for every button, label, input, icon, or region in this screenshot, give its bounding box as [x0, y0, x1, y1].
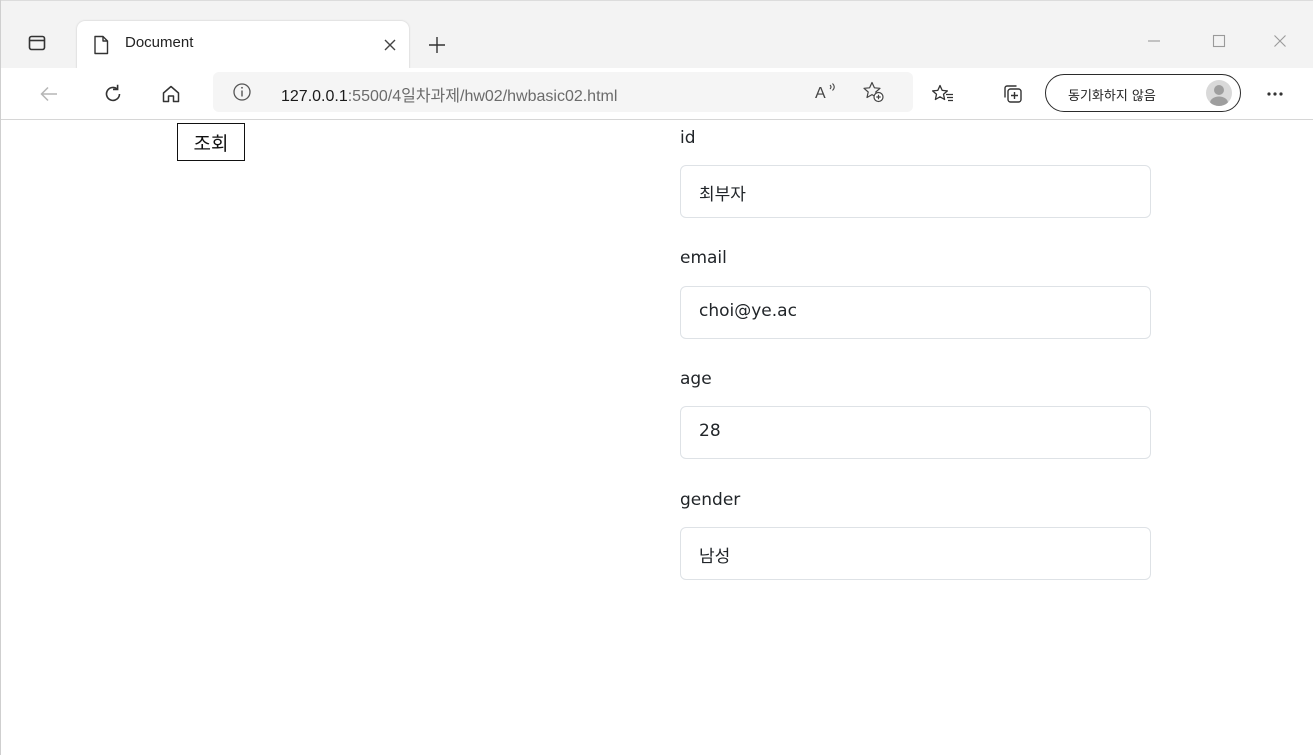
age-value: 28 [699, 421, 721, 441]
email-field[interactable]: choi@ye.ac [680, 286, 1151, 339]
email-value: choi@ye.ac [699, 301, 797, 321]
home-icon [162, 85, 180, 103]
gender-value: 남성 [699, 547, 731, 567]
home-button[interactable] [155, 78, 187, 110]
favorites-icon [931, 84, 953, 102]
id-label: id [680, 128, 696, 148]
url-text[interactable]: 127.0.0.1:5500/4일차과제/hw02/hwbasic02.html [281, 82, 617, 106]
close-icon [384, 39, 396, 51]
gender-field[interactable]: 남성 [680, 527, 1151, 580]
close-icon [1274, 35, 1286, 47]
id-field[interactable]: 최부자 [680, 165, 1151, 218]
maximize-icon [1212, 34, 1226, 48]
minimize-icon [1148, 40, 1160, 42]
profile-sync-label: 동기화하지 않음 [1068, 89, 1156, 104]
back-arrow-icon [40, 86, 57, 102]
minimize-button[interactable] [1142, 29, 1166, 53]
back-button[interactable] [33, 78, 65, 110]
window-close-button[interactable] [1268, 29, 1292, 53]
collections-icon [1004, 85, 1022, 103]
more-options-button[interactable] [1259, 78, 1291, 110]
tab-strip: Document [1, 0, 1313, 69]
browser-window: Document 127.0.0.1:5500/4일차과제/hw02/hwbas… [0, 0, 1313, 755]
page-content: 조회 id 최부자 email choi@ye.ac age 28 gender… [1, 120, 1313, 755]
age-label: age [680, 369, 712, 389]
gender-label: gender [680, 490, 741, 510]
lookup-button[interactable]: 조회 [177, 123, 245, 161]
add-favorite-icon [863, 81, 884, 103]
browser-toolbar: 127.0.0.1:5500/4일차과제/hw02/hwbasic02.html… [1, 68, 1313, 120]
address-bar[interactable]: 127.0.0.1:5500/4일차과제/hw02/hwbasic02.html… [213, 72, 913, 112]
tab-title: Document [125, 34, 194, 51]
collections-button[interactable] [997, 78, 1029, 110]
tab-actions-button[interactable] [23, 29, 51, 57]
plus-icon [429, 37, 445, 53]
url-path: :5500/4일차과제/hw02/hwbasic02.html [347, 88, 618, 105]
refresh-icon [105, 84, 121, 102]
info-icon[interactable] [231, 81, 253, 103]
tab-actions-icon [28, 35, 46, 51]
svg-text:A: A [815, 85, 826, 102]
more-icon [1267, 92, 1283, 96]
add-favorite-button[interactable] [861, 80, 887, 104]
active-tab[interactable]: Document [77, 21, 409, 69]
avatar-icon [1206, 80, 1232, 106]
age-field[interactable]: 28 [680, 406, 1151, 459]
maximize-button[interactable] [1207, 29, 1231, 53]
read-aloud-button[interactable]: A [813, 80, 839, 104]
refresh-button[interactable] [97, 78, 129, 110]
document-icon [94, 35, 109, 55]
new-tab-button[interactable] [425, 33, 449, 57]
id-value: 최부자 [699, 185, 746, 205]
tab-close-button[interactable] [380, 35, 400, 55]
read-aloud-icon: A [815, 83, 835, 102]
url-host: 127.0.0.1 [281, 88, 348, 105]
email-label: email [680, 248, 727, 268]
favorites-button[interactable] [927, 78, 959, 110]
profile-sync-button[interactable]: 동기화하지 않음 [1045, 74, 1241, 112]
